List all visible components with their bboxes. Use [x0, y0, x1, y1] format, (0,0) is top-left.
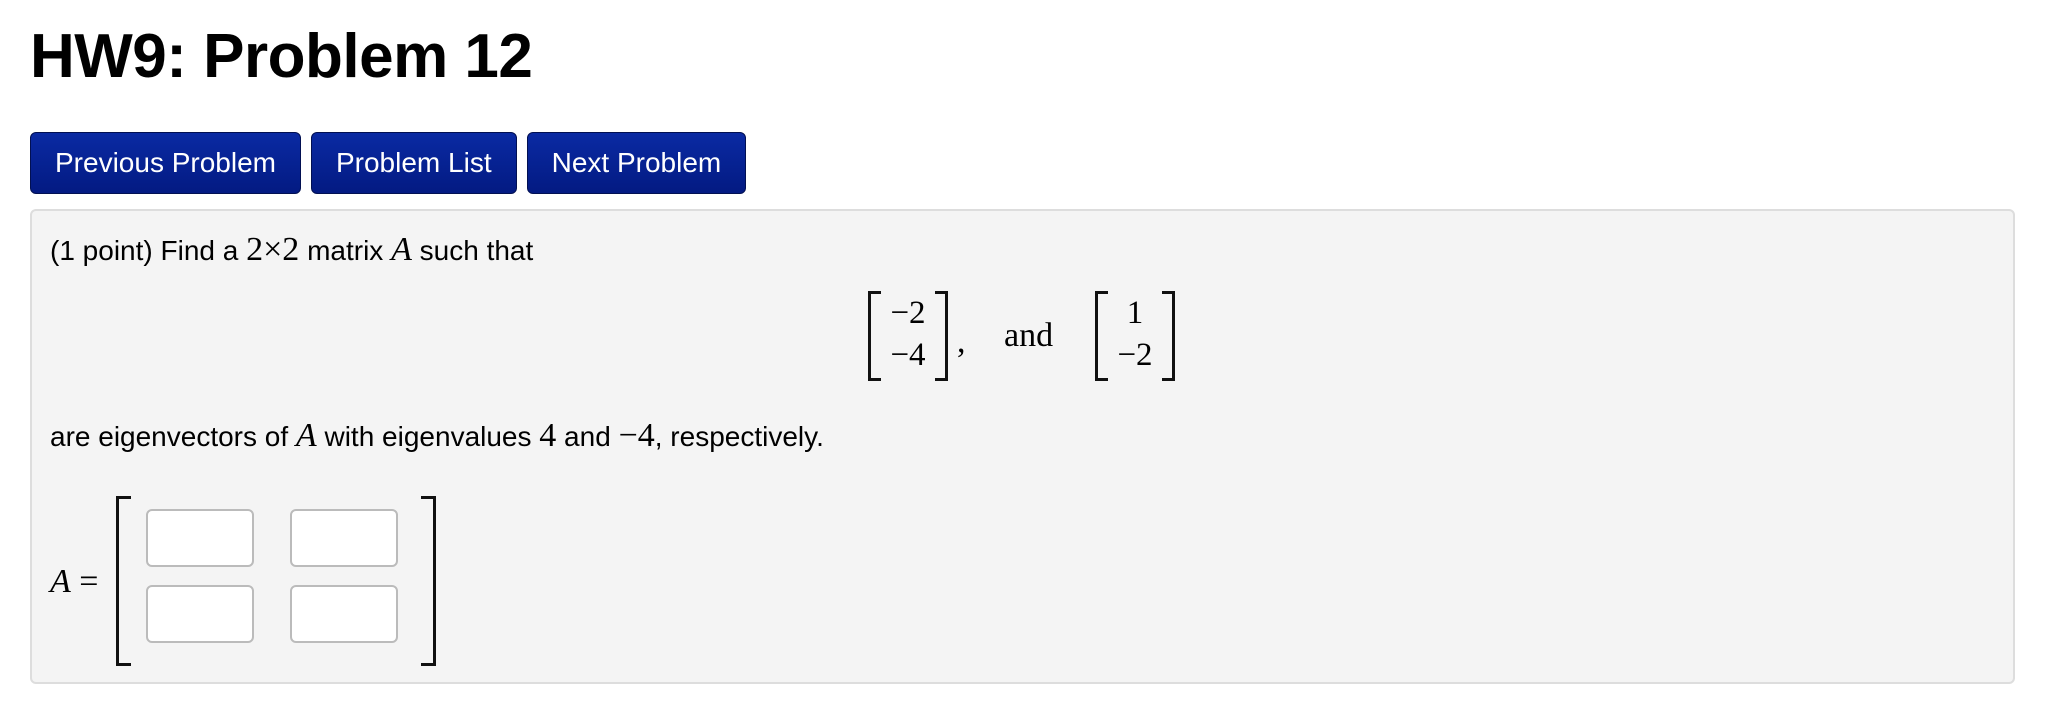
problem-box: (1 point) Find a 2×2 matrix A such that … [30, 209, 2015, 684]
equals-sign: = [70, 563, 99, 600]
bracket-corner [1098, 378, 1108, 381]
bracket-corner [119, 496, 131, 499]
answer-cell-1-1[interactable] [146, 509, 254, 567]
previous-problem-button[interactable]: Previous Problem [30, 132, 301, 194]
bracket-corner [871, 291, 881, 294]
bracket-corner [935, 291, 945, 294]
answer-label: A = [50, 563, 98, 601]
eigen-prefix: are eigenvectors of [50, 421, 296, 452]
matrix-symbol: A [295, 417, 317, 454]
bracket-corner [421, 663, 433, 666]
problem-list-button[interactable]: Problem List [310, 132, 517, 194]
bracket-corner [119, 663, 131, 666]
answer-cell-2-2[interactable] [290, 585, 398, 643]
eigenvector-1: −2 −4 [868, 291, 948, 381]
matrix-symbol: A [391, 231, 412, 268]
intro-suffix: such that [411, 235, 534, 266]
vector1-entry-top: −2 [890, 295, 926, 331]
eigenvalue-statement: are eigenvectors of A with eigenvalues 4… [50, 417, 824, 455]
bracket-corner [421, 496, 433, 499]
intro-mid: matrix [299, 235, 392, 266]
bracket-corner [935, 378, 945, 381]
answer-cell-2-1[interactable] [146, 585, 254, 643]
dim-rows: 2 [246, 231, 264, 268]
bracket-corner [1162, 378, 1172, 381]
answer-matrix [116, 496, 436, 666]
eigen-and: and [556, 421, 619, 452]
comma: , [957, 323, 966, 360]
eigen-mid: with eigenvalues [316, 421, 540, 452]
times-symbol: × [263, 231, 283, 268]
eigen-suffix: , respectively. [654, 421, 824, 452]
answer-cell-1-2[interactable] [290, 509, 398, 567]
problem-intro: (1 point) Find a 2×2 matrix A such that [50, 231, 533, 269]
and-word: and [1004, 317, 1054, 354]
eigenvalue-1: 4 [539, 417, 557, 454]
eigenvector-display: −2 −4 , and 1 −2 [32, 291, 2013, 381]
problem-nav: Previous Problem Problem List Next Probl… [30, 132, 747, 194]
eigenvalue-2: −4 [618, 417, 655, 454]
eigenvector-2: 1 −2 [1095, 291, 1175, 381]
page-title: HW9: Problem 12 [30, 22, 533, 91]
intro-prefix: (1 point) Find a [50, 235, 247, 266]
bracket-corner [1098, 291, 1108, 294]
vector2-entry-bottom: −2 [1117, 337, 1153, 373]
vector2-entry-top: 1 [1126, 295, 1144, 331]
answer-matrix-symbol: A [50, 563, 71, 600]
vector1-entry-bottom: −4 [890, 337, 926, 373]
dim-cols: 2 [282, 231, 300, 268]
bracket-corner [1162, 291, 1172, 294]
bracket-corner [871, 378, 881, 381]
next-problem-button[interactable]: Next Problem [526, 132, 747, 194]
